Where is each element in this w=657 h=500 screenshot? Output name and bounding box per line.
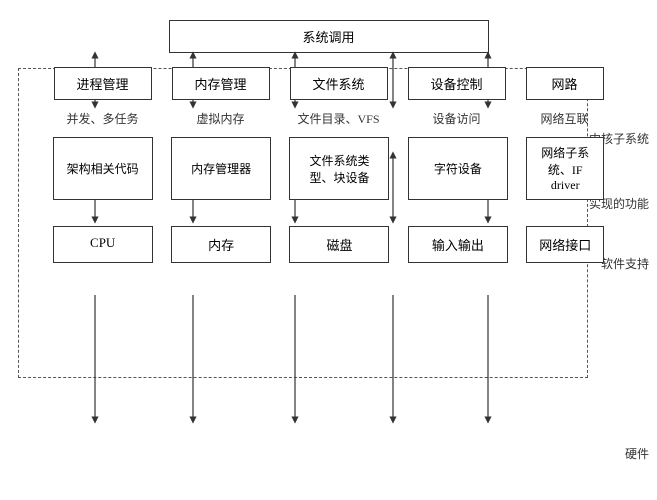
kernel-device: 设备控制 bbox=[408, 67, 506, 100]
hw-disk: 磁盘 bbox=[289, 226, 389, 263]
kernel-network: 网路 bbox=[526, 67, 604, 100]
hw-mem: 内存 bbox=[171, 226, 271, 263]
hw-net: 网络接口 bbox=[526, 226, 604, 263]
hw-io: 输入输出 bbox=[408, 226, 508, 263]
kernel-fs: 文件系统 bbox=[290, 67, 388, 100]
func-network: 网络互联 bbox=[526, 110, 604, 127]
sw-char: 字符设备 bbox=[408, 137, 508, 200]
func-fs: 文件目录、VFS bbox=[290, 110, 388, 127]
sw-mem: 内存管理器 bbox=[171, 137, 271, 200]
hardware-side-label: 硬件 bbox=[625, 445, 649, 462]
sw-net: 网络子系统、IF driver bbox=[526, 137, 604, 200]
sw-arch: 架构相关代码 bbox=[53, 137, 153, 200]
syscall-box: 系统调用 bbox=[169, 20, 489, 53]
func-process: 并发、多任务 bbox=[54, 110, 152, 127]
kernel-memory: 内存管理 bbox=[172, 67, 270, 100]
syscall-label: 系统调用 bbox=[302, 30, 354, 45]
sw-fs: 文件系统类型、块设备 bbox=[289, 137, 389, 200]
func-device: 设备访问 bbox=[408, 110, 506, 127]
kernel-process: 进程管理 bbox=[54, 67, 152, 100]
hw-cpu: CPU bbox=[53, 226, 153, 263]
func-memory: 虚拟内存 bbox=[172, 110, 270, 127]
